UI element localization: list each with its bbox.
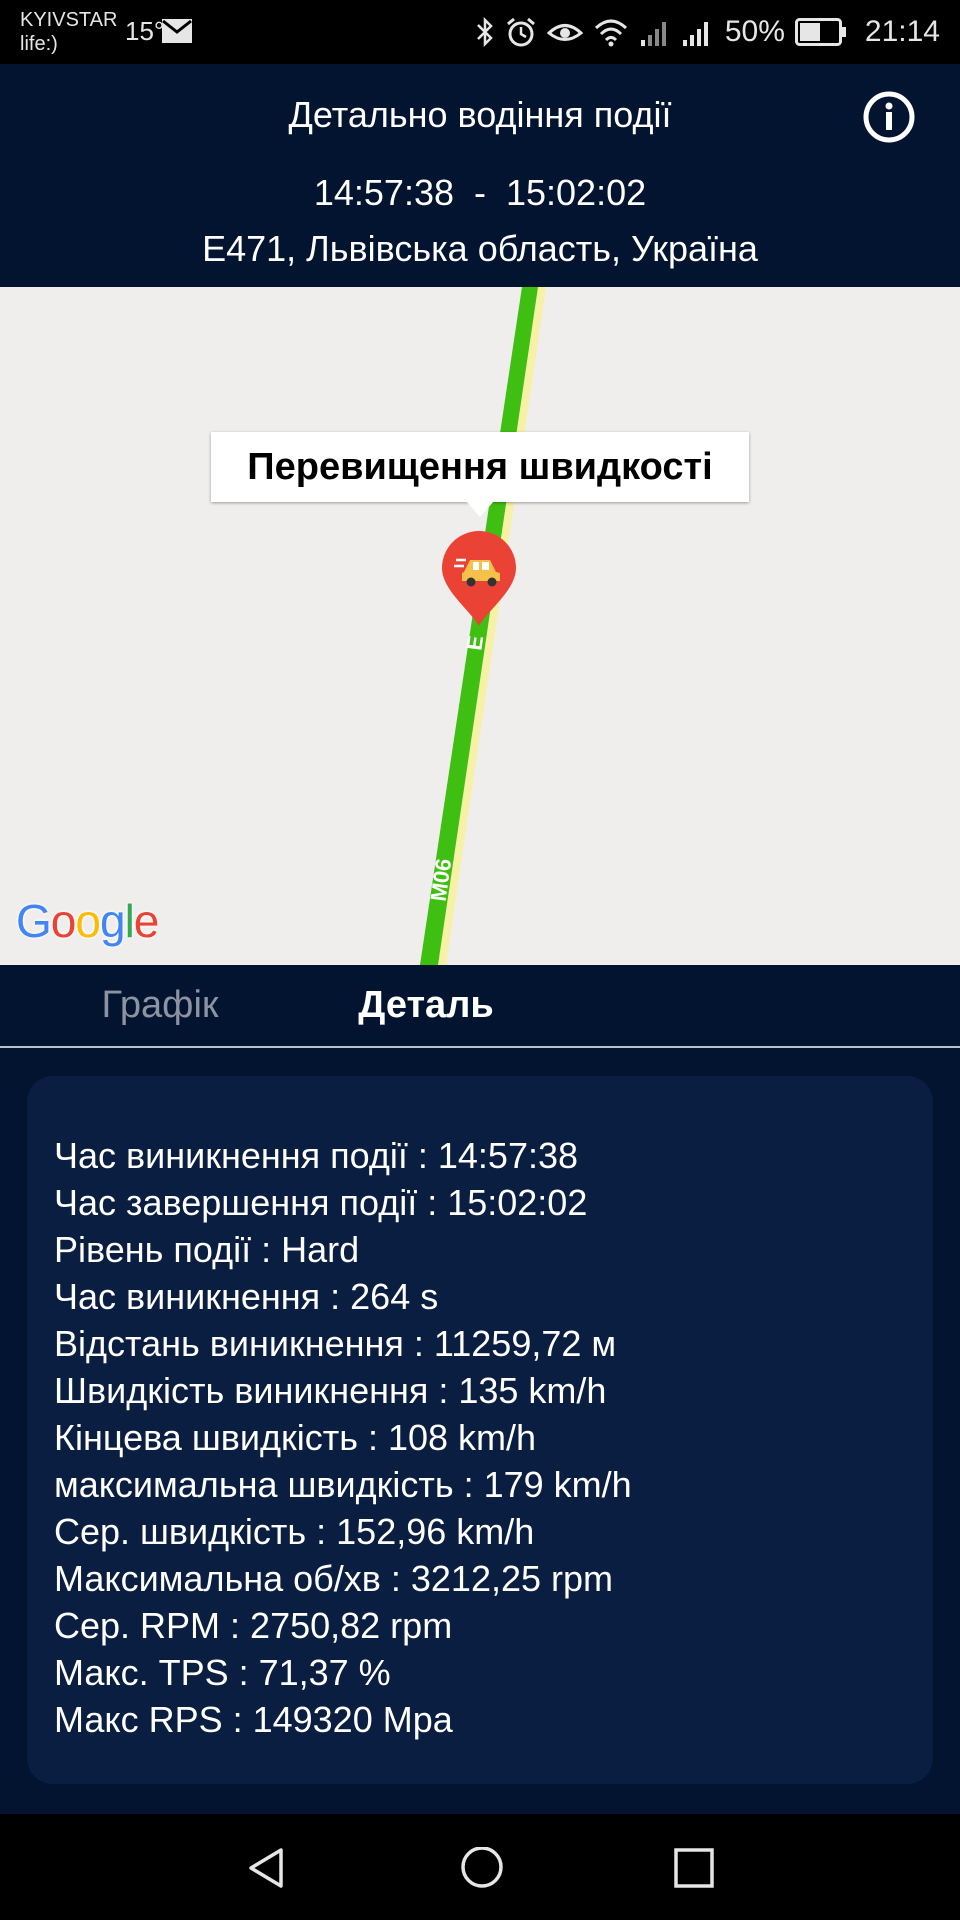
detail-row: максимальна швидкість : 179 km/h <box>54 1464 632 1505</box>
temperature: 15° <box>125 16 165 46</box>
details-panel: Час виникнення події : 14:57:38 Час заве… <box>0 1048 960 1814</box>
detail-row: Відстань виникнення : 11259,72 м <box>54 1323 617 1364</box>
google-logo-letter: e <box>133 895 160 947</box>
detail-row: Сер. RPM : 2750,82 rpm <box>54 1605 453 1646</box>
details-card: Час виникнення події : 14:57:38 Час заве… <box>27 1076 933 1784</box>
map-view[interactable]: E M06 Перевищення швидкості Google <box>0 287 960 965</box>
recent-apps-icon <box>674 1848 714 1888</box>
detail-row: Максимальна об/хв : 3212,25 rpm <box>54 1558 614 1599</box>
header: Детально водіння події 14:57:38 - 15:02:… <box>0 64 960 287</box>
status-bar: KYIVSTAR life:) 15° 50% 21:14 <box>0 0 960 64</box>
mail-icon <box>162 19 192 43</box>
back-button[interactable] <box>222 1814 312 1920</box>
detail-row: Макс. TPS : 71,37 % <box>54 1652 391 1693</box>
detail-row: Рівень події : Hard <box>54 1229 360 1270</box>
battery-percent: 50% <box>724 15 785 48</box>
clock: 21:14 <box>864 15 940 48</box>
map-tooltip-tail <box>466 501 494 517</box>
signal-icon <box>682 22 708 46</box>
detail-row: Сер. швидкість : 152,96 km/h <box>54 1511 535 1552</box>
google-logo-letter: o <box>75 895 101 947</box>
detail-row: Час виникнення : 264 s <box>54 1276 439 1317</box>
bluetooth-icon <box>476 16 493 48</box>
system-nav-bar <box>0 1814 960 1920</box>
info-icon[interactable] <box>862 90 916 144</box>
back-icon <box>249 1848 283 1888</box>
tab-chart[interactable]: Графік <box>60 965 260 1046</box>
event-time-range: 14:57:38 - 15:02:02 <box>313 172 647 213</box>
tab-bar: Графік Деталь <box>0 965 960 1048</box>
tab-details[interactable]: Деталь <box>326 965 526 1046</box>
status-icons: 50% 21:14 <box>475 0 940 64</box>
alarm-icon <box>506 17 535 47</box>
detail-row: Макс RPS : 149320 Mpa <box>54 1699 453 1740</box>
carrier-name: KYIVSTAR <box>20 9 118 31</box>
battery-icon <box>794 18 846 46</box>
detail-row: Кінцева швидкість : 108 km/h <box>54 1417 537 1458</box>
page-title: Детально водіння події <box>288 94 672 135</box>
detail-row: Час виникнення події : 14:57:38 <box>54 1135 579 1176</box>
google-logo-letter: o <box>50 895 77 947</box>
map-tooltip[interactable]: Перевищення швидкості <box>211 432 749 502</box>
wifi-icon <box>594 19 627 47</box>
google-logo: Google <box>16 894 160 948</box>
event-location: E471, Львівська область, Україна <box>202 228 758 269</box>
google-logo-letter: G <box>16 895 52 947</box>
carrier-secondary: life:) <box>20 33 58 55</box>
google-logo-letter: g <box>99 895 126 947</box>
detail-row: Швидкість виникнення : 135 km/h <box>54 1370 607 1411</box>
google-logo-letter: l <box>124 895 135 947</box>
detail-row: Час завершення події : 15:02:02 <box>54 1182 588 1223</box>
carrier-label: KYIVSTAR life:) <box>20 8 117 56</box>
home-icon <box>461 1847 503 1888</box>
eye-icon <box>546 24 583 41</box>
car-marker-icon[interactable] <box>440 530 518 628</box>
recent-apps-button[interactable] <box>648 1814 738 1920</box>
signal-icon <box>640 22 666 46</box>
home-button[interactable] <box>435 1814 525 1920</box>
